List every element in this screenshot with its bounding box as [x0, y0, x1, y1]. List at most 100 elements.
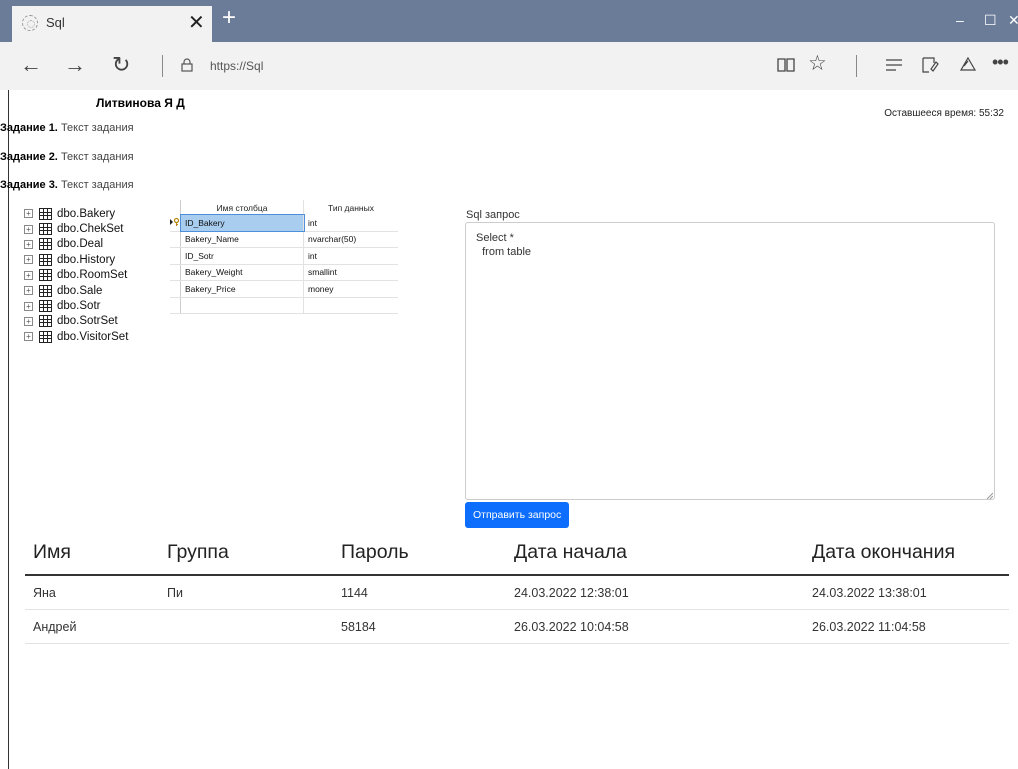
column-name-cell[interactable]: ID_Bakery: [179, 214, 305, 232]
header-password: Пароль: [333, 530, 506, 576]
web-note-icon[interactable]: [920, 55, 940, 75]
column-name-cell[interactable]: Bakery_Weight: [180, 264, 304, 281]
tree-item-label: dbo.Sotr: [57, 300, 101, 313]
address-bar[interactable]: https://Sql: [210, 59, 263, 73]
cell-group: Пи: [159, 575, 333, 610]
column-name-cell[interactable]: ID_Sotr: [180, 247, 304, 265]
tree-item-label: dbo.VisitorSet: [57, 330, 129, 343]
reading-view-icon[interactable]: [776, 56, 796, 74]
minimize-icon[interactable]: –: [956, 12, 964, 28]
column-design-grid: Имя столбца Тип данных ID_Bakery int Bak…: [170, 200, 398, 314]
tree-item-visitorset[interactable]: + dbo.VisitorSet: [24, 329, 128, 344]
browser-tab[interactable]: Sql ✕: [12, 6, 212, 42]
task-2: Задание 2. Текст задания: [0, 151, 134, 163]
page-favicon-icon: [22, 15, 38, 31]
grid-row-empty[interactable]: [170, 297, 398, 314]
sql-query-input[interactable]: [465, 222, 995, 500]
lock-icon: [181, 58, 193, 72]
grid-row[interactable]: Bakery_Name nvarchar(50): [170, 231, 398, 248]
student-name: Литвинова Я Д: [96, 96, 185, 110]
tree-item-label: dbo.SotrSet: [57, 315, 118, 328]
tab-close-icon[interactable]: ✕: [188, 10, 205, 35]
row-marker: [170, 280, 181, 298]
tree-item-label: dbo.Bakery: [57, 207, 116, 220]
task-3: Задание 3. Текст задания: [0, 179, 134, 191]
row-marker: [170, 264, 181, 281]
tree-item-sale[interactable]: + dbo.Sale: [24, 283, 128, 298]
grid-row[interactable]: Bakery_Weight smallint: [170, 264, 398, 281]
tree-item-chekset[interactable]: + dbo.ChekSet: [24, 221, 128, 236]
new-tab-icon[interactable]: +: [222, 4, 236, 32]
expand-icon[interactable]: +: [24, 209, 33, 219]
grid-marker-header: [170, 200, 181, 215]
row-marker: [170, 247, 181, 265]
resize-grip-icon[interactable]: [985, 491, 993, 499]
expand-icon[interactable]: +: [24, 255, 33, 265]
refresh-icon[interactable]: ↻: [112, 54, 130, 76]
table-icon: [39, 284, 52, 297]
tree-item-label: dbo.Deal: [57, 238, 104, 251]
nav-divider-2: [856, 55, 857, 77]
expand-icon[interactable]: +: [24, 239, 33, 249]
task-2-label: Задание 2.: [0, 151, 58, 163]
tree-item-deal[interactable]: + dbo.Deal: [24, 237, 128, 252]
grid-row[interactable]: Bakery_Price money: [170, 280, 398, 298]
page-content: Литвинова Я Д Оставшееся время: 55:32 За…: [0, 90, 1018, 769]
cell-start-date: 24.03.2022 12:38:01: [506, 575, 804, 610]
row-marker: [170, 231, 181, 248]
column-name-header: Имя столбца: [180, 200, 304, 215]
send-query-button[interactable]: Отправить запрос: [465, 502, 570, 528]
cell-start-date: 26.03.2022 10:04:58: [506, 609, 804, 644]
tree-item-roomset[interactable]: + dbo.RoomSet: [24, 268, 128, 283]
tree-item-history[interactable]: + dbo.History: [24, 252, 128, 267]
expand-icon[interactable]: +: [24, 301, 33, 311]
data-type-cell[interactable]: [303, 297, 398, 314]
data-type-cell[interactable]: nvarchar(50): [303, 231, 398, 248]
remaining-time: Оставшееся время: 55:32: [884, 108, 1004, 119]
header-end-date: Дата окончания: [804, 530, 1009, 576]
column-name-cell[interactable]: Bakery_Name: [180, 231, 304, 248]
sql-label: Sql запрос: [466, 209, 520, 221]
tree-item-bakery[interactable]: + dbo.Bakery: [24, 206, 128, 221]
table-icon: [39, 269, 52, 282]
grid-header-row: Имя столбца Тип данных: [170, 200, 398, 215]
browser-navbar: ← → ↻ https://Sql ☆ •••: [0, 42, 1018, 90]
data-type-header: Тип данных: [328, 202, 374, 213]
share-icon[interactable]: [958, 55, 978, 75]
data-type-cell[interactable]: int: [303, 215, 398, 232]
table-row: Андрей 58184 26.03.2022 10:04:58 26.03.2…: [25, 609, 1009, 644]
data-type-cell[interactable]: smallint: [303, 264, 398, 281]
back-icon[interactable]: ←: [20, 54, 42, 76]
table-icon: [39, 223, 52, 236]
header-start-date: Дата начала: [506, 530, 804, 576]
cell-name: Андрей: [25, 609, 159, 644]
browser-titlebar: Sql ✕ + – ☐ ✕: [0, 0, 1018, 42]
column-name-cell[interactable]: Bakery_Price: [180, 280, 304, 298]
tree-item-sotr[interactable]: + dbo.Sotr: [24, 298, 128, 313]
expand-icon[interactable]: +: [24, 316, 33, 326]
page-left-border: [8, 90, 9, 769]
primary-key-icon: [170, 215, 181, 232]
more-options-icon[interactable]: •••: [992, 51, 1009, 73]
table-icon: [39, 315, 52, 328]
expand-icon[interactable]: +: [24, 224, 33, 234]
close-window-icon[interactable]: ✕: [1008, 12, 1018, 29]
task-3-text: Текст задания: [60, 179, 134, 191]
maximize-icon[interactable]: ☐: [984, 12, 997, 29]
tree-item-sotrset[interactable]: + dbo.SotrSet: [24, 314, 128, 329]
expand-icon[interactable]: +: [24, 286, 33, 296]
nav-divider: [162, 55, 163, 77]
column-name-cell[interactable]: [180, 297, 304, 314]
data-type-cell[interactable]: money: [303, 280, 398, 298]
grid-row[interactable]: ID_Sotr int: [170, 247, 398, 265]
grid-row[interactable]: ID_Bakery int: [170, 214, 398, 232]
expand-icon[interactable]: +: [24, 270, 33, 280]
favorites-star-icon[interactable]: ☆: [808, 53, 827, 75]
data-type-cell[interactable]: int: [303, 247, 398, 265]
forward-icon[interactable]: →: [64, 54, 86, 76]
expand-icon[interactable]: +: [24, 332, 33, 342]
task-2-text: Текст задания: [60, 151, 134, 163]
hub-icon[interactable]: [884, 57, 904, 73]
tree-item-label: dbo.Sale: [57, 284, 103, 297]
cell-group: [159, 609, 333, 644]
